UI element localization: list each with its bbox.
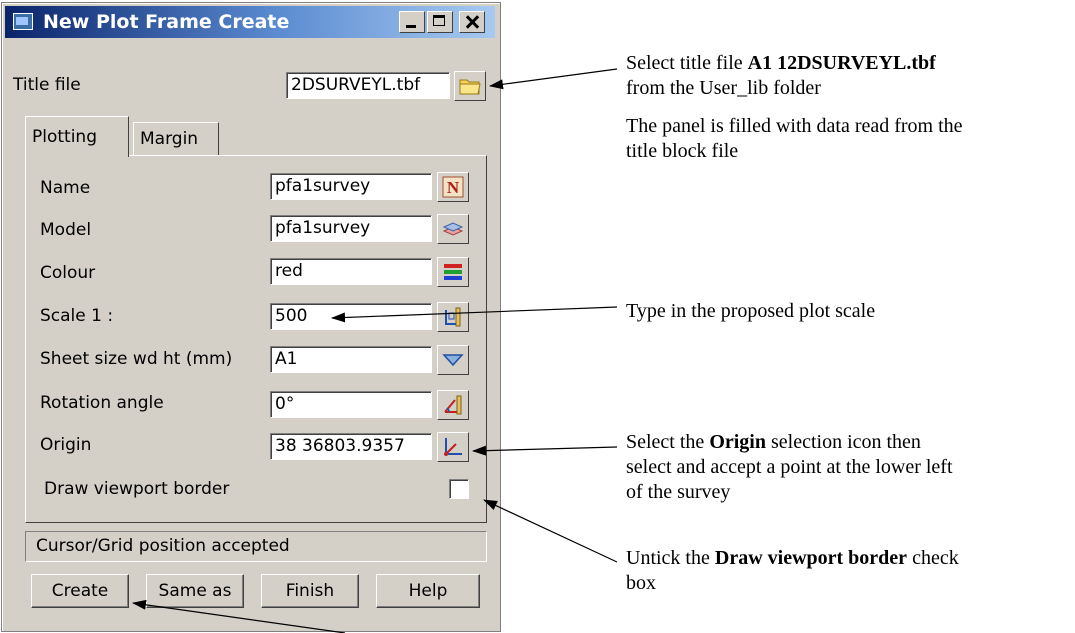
annotation-scale: Type in the proposed plot scale [626,300,876,322]
sheet-size-label: Sheet size wd ht (mm) [40,349,233,369]
annotation-origin-suffix: selection icon then [765,431,921,453]
annotation-origin-bold: Origin [709,431,766,453]
title-file-label: Title file [13,75,81,95]
origin-pick-button[interactable] [437,432,469,462]
annotation-untick: Untick the Draw viewport border check bo… [626,546,959,596]
name-input[interactable]: pfa1survey [270,173,432,200]
sheet-size-select[interactable]: A1 [270,346,432,373]
origin-pick-icon [444,438,462,456]
title-bar[interactable]: New Plot Frame Create [5,6,495,38]
create-button[interactable]: Create [31,574,129,608]
folder-icon [459,79,481,95]
layers-icon [442,222,464,236]
close-button[interactable] [459,11,485,33]
draw-viewport-border-label: Draw viewport border [44,479,230,499]
chevron-down-icon [442,354,464,367]
annotation-title-file-bold: A1 12DSURVEYL.tbf [747,52,936,74]
annotation-origin-prefix: Select the [626,431,710,453]
colour-input[interactable]: red [270,258,432,285]
model-input[interactable]: pfa1survey [270,215,432,242]
annotation-origin: Select the Origin selection icon then se… [626,430,953,505]
name-label: Name [40,178,91,198]
angle-pick-icon [444,395,462,415]
annotation-origin-line2: select and accept a point at the lower l… [626,456,953,478]
tab-margin[interactable]: Margin [133,122,219,156]
origin-input[interactable]: 38 36803.9357 [270,433,432,460]
svg-text:N: N [447,178,460,197]
arrow-untick [483,499,618,563]
help-button[interactable]: Help [376,574,480,608]
colour-bars-icon [444,264,462,280]
model-label: Model [40,220,92,240]
maximize-button[interactable] [427,11,453,33]
origin-label: Origin [40,435,92,455]
rotation-pick-button[interactable] [437,390,469,420]
scale-pick-icon [445,307,461,327]
annotation-untick-bold: Draw viewport border [714,547,908,569]
folder-browse-button[interactable] [454,71,486,101]
annotation-untick-prefix: Untick the [626,547,715,569]
name-pick-button[interactable]: N [437,172,469,202]
annotation-title-file-line2: from the User_lib folder [626,77,821,99]
annotation-origin-line3: of the survey [626,481,731,503]
rotation-label: Rotation angle [40,393,164,413]
tab-plotting[interactable]: Plotting [25,116,129,157]
n-icon: N [442,176,464,198]
status-bar: Cursor/Grid position accepted [25,531,487,562]
same-as-button[interactable]: Same as [146,574,244,608]
annotation-title-file-prefix: Select title file [626,52,748,74]
scale-input[interactable]: 500 [270,303,432,330]
annotation-panel-filled-line1: The panel is filled with data read from … [626,115,963,137]
colour-pick-button[interactable] [437,257,469,287]
rotation-input[interactable]: 0° [270,391,432,418]
minimize-button[interactable] [399,11,425,33]
annotation-panel-filled-line2: title block file [626,140,739,162]
plotting-panel [25,155,487,523]
sheet-size-dropdown-button[interactable] [437,345,469,375]
model-pick-button[interactable] [437,214,469,244]
colour-label: Colour [40,263,96,283]
arrow-title-file [489,68,618,90]
window-title: New Plot Frame Create [43,11,290,33]
title-file-input[interactable]: 2DSURVEYL.tbf [286,72,450,99]
plot-frame-dialog: New Plot Frame Create Title file 2DSURVE… [1,2,501,632]
app-icon [13,13,33,30]
annotation-untick-suffix: check [907,547,959,569]
finish-button[interactable]: Finish [261,574,359,608]
annotation-title-file: Select title file A1 12DSURVEYL.tbf from… [626,51,936,101]
annotation-panel-filled: The panel is filled with data read from … [626,114,963,164]
draw-viewport-border-checkbox[interactable] [449,479,469,499]
scale-pick-button[interactable] [437,302,469,332]
scale-label: Scale 1 : [40,306,114,326]
annotation-untick-line2: box [626,572,656,594]
